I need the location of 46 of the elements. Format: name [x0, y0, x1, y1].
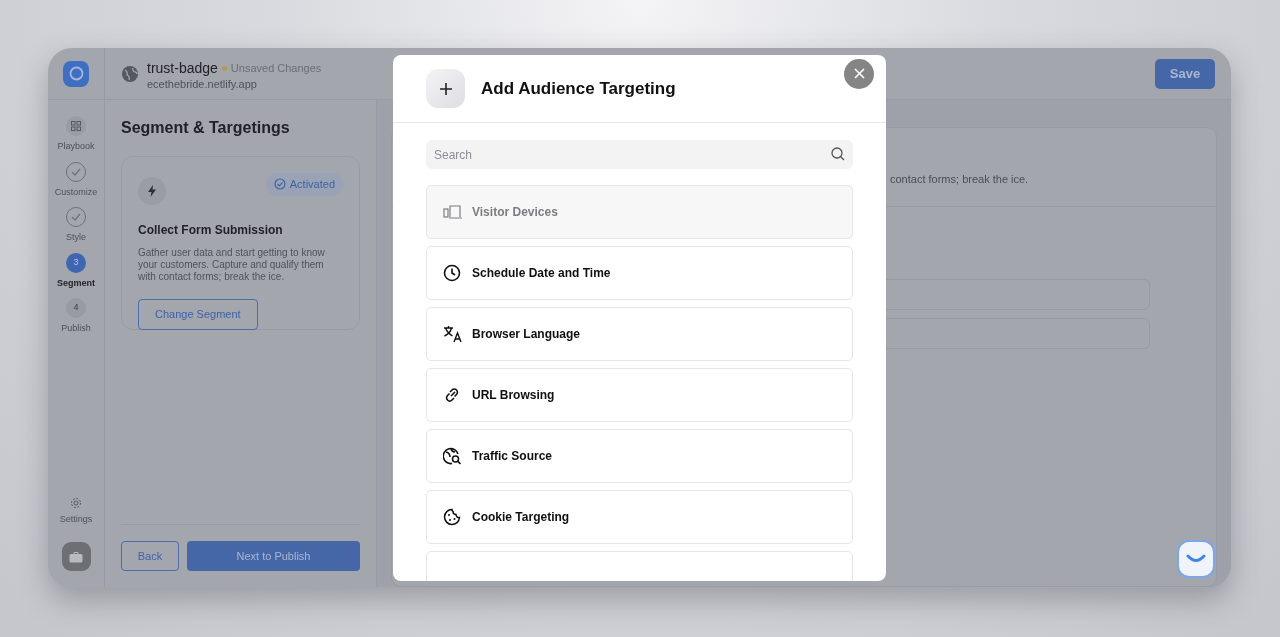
project-title: trust-badge [147, 58, 218, 78]
step-label[interactable]: Segment [57, 276, 95, 290]
panel-title: Segment & Targetings [121, 118, 291, 138]
activated-badge: Activated [265, 173, 343, 196]
card-title: Collect Form Submission [138, 222, 284, 239]
smile-icon [1186, 554, 1206, 564]
change-segment-button[interactable]: Change Segment [138, 299, 258, 330]
cookie-icon [443, 508, 461, 527]
briefcase-icon[interactable] [61, 542, 91, 571]
next-button[interactable]: Next to Publish [187, 541, 360, 571]
card-description: Gather user data and start getting to know your customers. Capture and qualify them with contact forms; break the ice. [138, 247, 326, 283]
step-label[interactable]: Style [66, 231, 86, 245]
translate-icon [443, 325, 463, 344]
search-field[interactable]: Search [426, 140, 853, 170]
modal-title: Add Audience Targeting [481, 77, 677, 100]
close-icon [853, 68, 865, 80]
targeting-option[interactable]: Cookie Targeting [426, 490, 853, 545]
globe-search-icon [443, 446, 462, 466]
close-button[interactable] [844, 58, 874, 89]
targeting-option[interactable]: Schedule Date and Time [426, 246, 853, 301]
globe-icon [121, 64, 139, 83]
targeting-option[interactable]: Traffic Source [426, 429, 853, 484]
link-icon [443, 386, 461, 405]
step-label[interactable]: Playbook [57, 140, 95, 154]
status-dot [221, 65, 227, 71]
grid-icon [66, 116, 86, 136]
step-label[interactable]: Publish [61, 322, 91, 336]
devices-icon [443, 205, 463, 220]
step-label[interactable]: Customize [54, 185, 98, 199]
back-button[interactable]: Back [121, 541, 179, 571]
site-url: ecethebride.netlify.app [147, 78, 258, 90]
search-icon [831, 147, 845, 162]
step-number: 4 [66, 298, 86, 318]
save-button[interactable]: Save [1155, 58, 1215, 89]
check-circle-icon [273, 178, 286, 191]
chat-widget[interactable] [1177, 540, 1215, 578]
settings-icon [70, 496, 82, 509]
step-number: 3 [66, 252, 86, 273]
app-logo[interactable] [63, 60, 89, 87]
plus-icon [439, 82, 452, 95]
targeting-option[interactable]: URL Browsing [426, 368, 853, 423]
targeting-option[interactable]: Browser Language [426, 307, 853, 362]
settings-label[interactable]: Settings [59, 512, 93, 526]
description-text: contact forms; break the ice. [890, 173, 1029, 185]
lightning-icon [148, 185, 156, 197]
clock-icon [443, 264, 461, 283]
